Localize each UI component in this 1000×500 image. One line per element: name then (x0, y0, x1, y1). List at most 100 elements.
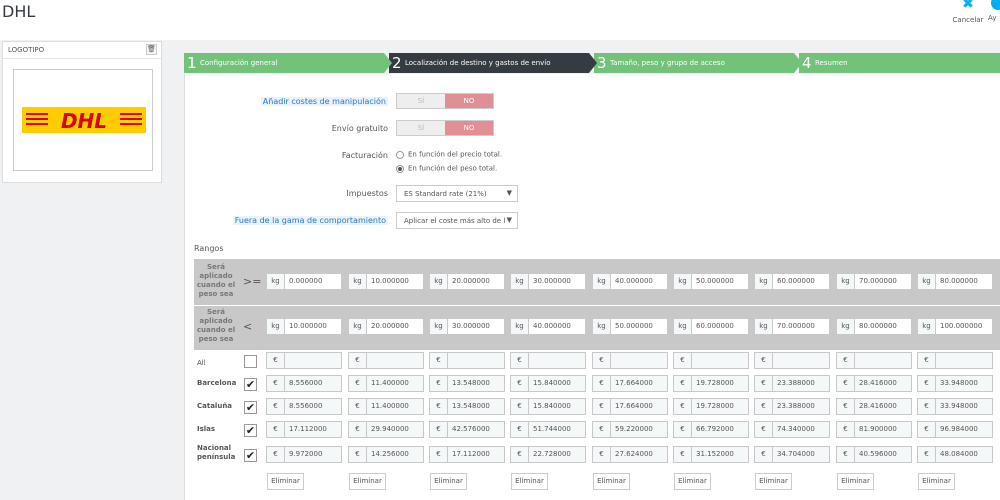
help-button[interactable]: Ay (988, 0, 1000, 30)
zone-checkbox-1[interactable]: ✔ (244, 378, 257, 391)
range-from-input-7[interactable]: kg 60.000000 (754, 273, 830, 290)
all-checkbox[interactable] (244, 355, 257, 368)
zone-3-price-input-7[interactable]: €74.340000 (754, 421, 830, 438)
range-to-input-4[interactable]: kg 40.000000 (510, 318, 586, 335)
caret-down-icon: ▼ (506, 216, 512, 224)
tax-select[interactable]: ES Standard rate (21%) ▼ (396, 185, 518, 202)
free-shipping-switch[interactable]: SÍ NO (396, 120, 494, 136)
zone-2-price-input-9[interactable]: €33.948000 (917, 398, 993, 415)
out-of-range-select[interactable]: Aplicar el coste más alto de l ▼ (396, 212, 518, 229)
zone-checkbox-2[interactable]: ✔ (244, 401, 257, 414)
range-to-input-2[interactable]: kg 20.000000 (348, 318, 424, 335)
zone-3-price-input-9[interactable]: €96.984000 (917, 421, 993, 438)
range-to-input-6[interactable]: kg 60.000000 (673, 318, 749, 335)
all-price-input-8[interactable]: € (836, 352, 912, 369)
all-price-input-3[interactable]: € (429, 352, 505, 369)
zone-4-price-input-5[interactable]: €27.624000 (592, 446, 668, 463)
all-price-input-4[interactable]: € (510, 352, 586, 369)
zone-1-price-input-9[interactable]: €33.948000 (917, 375, 993, 392)
zone-1-price-input-3[interactable]: €13.548000 (429, 375, 505, 392)
zone-1-price-input-8[interactable]: €28.416000 (836, 375, 912, 392)
all-price-input-5[interactable]: € (592, 352, 668, 369)
zone-3-price-input-2[interactable]: €29.940000 (348, 421, 424, 438)
range-from-input-1[interactable]: kg 0.000000 (266, 273, 342, 290)
zone-4-price-input-8[interactable]: €40.596000 (836, 446, 912, 463)
zone-2-price-input-1[interactable]: €8.556000 (266, 398, 342, 415)
radio-price[interactable] (396, 150, 404, 159)
zone-1-price-input-4[interactable]: €15.840000 (510, 375, 586, 392)
zone-3-price-input-8[interactable]: €81.900000 (836, 421, 912, 438)
range-from-input-8[interactable]: kg 70.000000 (836, 273, 912, 290)
delete-range-button-6[interactable]: Eliminar (674, 473, 711, 490)
zone-3-price-input-1[interactable]: €17.112000 (266, 421, 342, 438)
zone-3-price-input-4[interactable]: €51.744000 (510, 421, 586, 438)
zone-4-price-input-4[interactable]: €22.728000 (510, 446, 586, 463)
trash-icon[interactable]: 🗑 (146, 44, 157, 55)
range-from-input-6[interactable]: kg 50.000000 (673, 273, 749, 290)
all-price-input-2[interactable]: € (348, 352, 424, 369)
delete-range-button-5[interactable]: Eliminar (593, 473, 630, 490)
billing-option-weight[interactable]: En función del peso total. (396, 164, 497, 176)
range-from-input-9[interactable]: kg 80.000000 (917, 273, 993, 290)
all-price-input-1[interactable]: € (266, 352, 342, 369)
delete-range-button-3[interactable]: Eliminar (430, 473, 467, 490)
zone-2-price-input-5[interactable]: €17.664000 (592, 398, 668, 415)
range-from-input-2[interactable]: kg 10.000000 (348, 273, 424, 290)
zone-4-price-input-1-value: 9.972000 (289, 450, 323, 458)
zone-4-price-input-6[interactable]: €31.152000 (673, 446, 749, 463)
delete-range-button-4[interactable]: Eliminar (511, 473, 548, 490)
zone-1-price-input-6[interactable]: €19.728000 (673, 375, 749, 392)
zone-3-price-input-3[interactable]: €42.576000 (429, 421, 505, 438)
step-3[interactable]: 3 Tamaño, peso y grupo de acceso (594, 53, 802, 73)
step-2[interactable]: 2 Localización de destino y gastos de en… (389, 53, 597, 73)
zone-2-price-input-3[interactable]: €13.548000 (429, 398, 505, 415)
zone-4-price-input-2[interactable]: €14.256000 (348, 446, 424, 463)
zone-3-price-input-6[interactable]: €66.792000 (673, 421, 749, 438)
range-from-input-3[interactable]: kg 20.000000 (429, 273, 505, 290)
zone-checkbox-4[interactable]: ✔ (244, 449, 257, 462)
zone-2-price-input-8[interactable]: €28.416000 (836, 398, 912, 415)
range-from-input-5[interactable]: kg 40.000000 (592, 273, 668, 290)
zone-2-price-input-2[interactable]: €11.400000 (348, 398, 424, 415)
free-shipping-yes[interactable]: SÍ (397, 121, 445, 135)
delete-range-button-9[interactable]: Eliminar (918, 473, 955, 490)
range-from-input-4[interactable]: kg 30.000000 (510, 273, 586, 290)
zone-3-price-input-5[interactable]: €59.220000 (592, 421, 668, 438)
cancel-button[interactable]: ✖ Cancelar (950, 0, 986, 30)
radio-weight[interactable] (396, 164, 404, 173)
delete-range-button-8[interactable]: Eliminar (837, 473, 874, 490)
step-1[interactable]: 1 Configuración general (184, 53, 392, 73)
handling-no[interactable]: NO (445, 94, 493, 108)
range-to-input-4-value: 40.000000 (533, 322, 571, 330)
billing-option-price[interactable]: En función del precio total. (396, 150, 502, 162)
handling-switch[interactable]: SÍ NO (396, 93, 494, 109)
zone-4-price-input-7[interactable]: €34.704000 (754, 446, 830, 463)
zone-2-price-input-6[interactable]: €19.728000 (673, 398, 749, 415)
all-price-input-6[interactable]: € (673, 352, 749, 369)
zone-2-price-input-7[interactable]: €23.388000 (754, 398, 830, 415)
zone-4-price-input-9[interactable]: €48.084000 (917, 446, 993, 463)
all-price-input-9[interactable]: € (917, 352, 993, 369)
range-from-input-4-value: 30.000000 (533, 277, 571, 285)
handling-yes[interactable]: SÍ (397, 94, 445, 108)
all-price-input-7[interactable]: € (754, 352, 830, 369)
zone-1-price-input-7[interactable]: €23.388000 (754, 375, 830, 392)
range-to-input-1[interactable]: kg 10.000000 (266, 318, 342, 335)
range-to-input-9[interactable]: kg 100.000000 (917, 318, 993, 335)
zone-1-price-input-2[interactable]: €11.400000 (348, 375, 424, 392)
range-to-input-8[interactable]: kg 80.000000 (836, 318, 912, 335)
delete-range-button-2[interactable]: Eliminar (349, 473, 386, 490)
zone-4-price-input-3[interactable]: €17.112000 (429, 446, 505, 463)
zone-2-price-input-4[interactable]: €15.840000 (510, 398, 586, 415)
range-to-input-7[interactable]: kg 70.000000 (754, 318, 830, 335)
zone-4-price-input-1[interactable]: €9.972000 (266, 446, 342, 463)
free-shipping-no[interactable]: NO (445, 121, 493, 135)
delete-range-button-7[interactable]: Eliminar (755, 473, 792, 490)
range-to-input-3[interactable]: kg 30.000000 (429, 318, 505, 335)
delete-range-button-1[interactable]: Eliminar (267, 473, 304, 490)
zone-1-price-input-5[interactable]: €17.664000 (592, 375, 668, 392)
step-4[interactable]: 4 Resumen (799, 53, 1000, 73)
zone-1-price-input-1[interactable]: €8.556000 (266, 375, 342, 392)
range-to-input-5[interactable]: kg 50.000000 (592, 318, 668, 335)
zone-checkbox-3[interactable]: ✔ (244, 424, 257, 437)
